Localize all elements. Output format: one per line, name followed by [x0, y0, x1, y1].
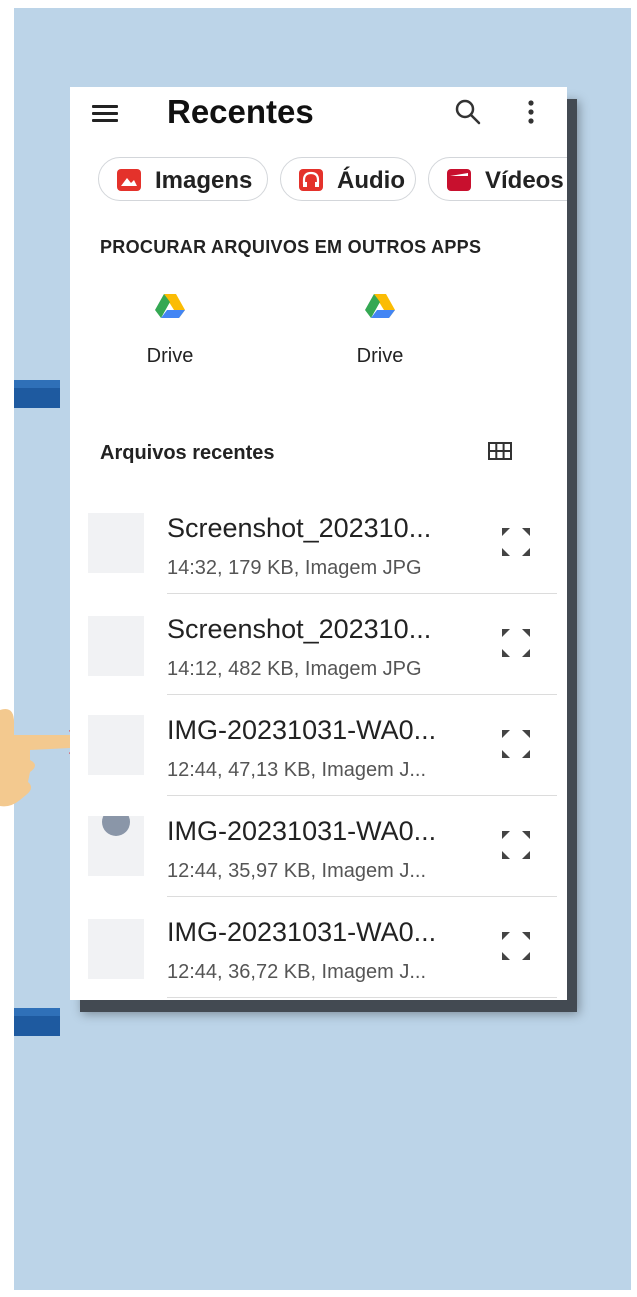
expand-icon[interactable] — [500, 627, 532, 659]
file-name: Screenshot_202310... — [167, 614, 432, 644]
phone-screen: Recentes Imagens Áudio Vídeos PROCURAR A… — [70, 87, 567, 1000]
expand-icon[interactable] — [500, 728, 532, 760]
image-icon — [117, 169, 141, 191]
more-vert-icon[interactable] — [524, 99, 538, 125]
file-thumbnail — [88, 513, 144, 573]
chip-label: Vídeos — [485, 167, 564, 194]
file-thumbnail — [88, 816, 144, 876]
file-name: Screenshot_202310... — [167, 513, 432, 543]
recent-files-heading: Arquivos recentes — [100, 442, 275, 464]
expand-icon[interactable] — [500, 829, 532, 861]
file-name: IMG-20231031-WA0... — [167, 917, 437, 947]
decorative-bar — [14, 380, 60, 408]
file-row[interactable]: Screenshot_202310... 14:32, 179 KB, Imag… — [70, 493, 567, 594]
app-drive-1[interactable]: Drive — [125, 292, 215, 368]
file-meta: 12:44, 47,13 KB, Imagem J... — [167, 759, 427, 781]
file-row[interactable]: IMG-20231031-WA0... 12:44, 35,97 KB, Ima… — [70, 796, 567, 897]
file-row[interactable]: IMG-20231031-WA0... 12:44, 47,13 KB, Ima… — [70, 695, 567, 796]
drive-icon — [155, 294, 185, 318]
expand-icon[interactable] — [500, 526, 532, 558]
file-meta: 12:44, 35,97 KB, Imagem J... — [167, 860, 427, 882]
file-thumbnail — [88, 616, 144, 676]
chip-imagens[interactable]: Imagens — [98, 157, 268, 201]
drive-icon — [365, 294, 395, 318]
file-meta: 12:44, 36,72 KB, Imagem J... — [167, 961, 427, 983]
chip-label: Áudio — [337, 167, 405, 194]
file-meta: 14:12, 482 KB, Imagem JPG — [167, 658, 422, 680]
app-label: Drive — [356, 345, 404, 367]
chip-videos[interactable]: Vídeos — [428, 157, 567, 201]
divider — [167, 997, 557, 998]
video-icon — [447, 169, 471, 191]
file-row[interactable]: IMG-20231031-WA0... 12:44, 36,72 KB, Ima… — [70, 897, 567, 998]
chip-audio[interactable]: Áudio — [280, 157, 416, 201]
grid-view-icon[interactable] — [488, 442, 512, 460]
file-thumbnail — [88, 715, 144, 775]
app-drive-2[interactable]: Drive — [335, 292, 425, 368]
expand-icon[interactable] — [500, 930, 532, 962]
filter-chips: Imagens Áudio Vídeos — [98, 157, 567, 205]
app-label: Drive — [146, 345, 194, 367]
file-row[interactable]: Screenshot_202310... 14:12, 482 KB, Imag… — [70, 594, 567, 695]
chip-label: Imagens — [155, 167, 253, 194]
app-bar: Recentes — [70, 87, 567, 143]
file-meta: 14:32, 179 KB, Imagem JPG — [167, 557, 422, 579]
menu-icon[interactable] — [92, 101, 118, 125]
other-apps-heading: PROCURAR ARQUIVOS EM OUTROS APPS — [100, 237, 482, 257]
decorative-bar — [14, 1008, 60, 1036]
page-title: Recentes — [167, 93, 314, 130]
avatar — [102, 816, 130, 836]
file-name: IMG-20231031-WA0... — [167, 715, 437, 745]
headphones-icon — [299, 169, 323, 191]
file-thumbnail — [88, 919, 144, 979]
file-name: IMG-20231031-WA0... — [167, 816, 437, 846]
search-icon[interactable] — [455, 99, 481, 125]
